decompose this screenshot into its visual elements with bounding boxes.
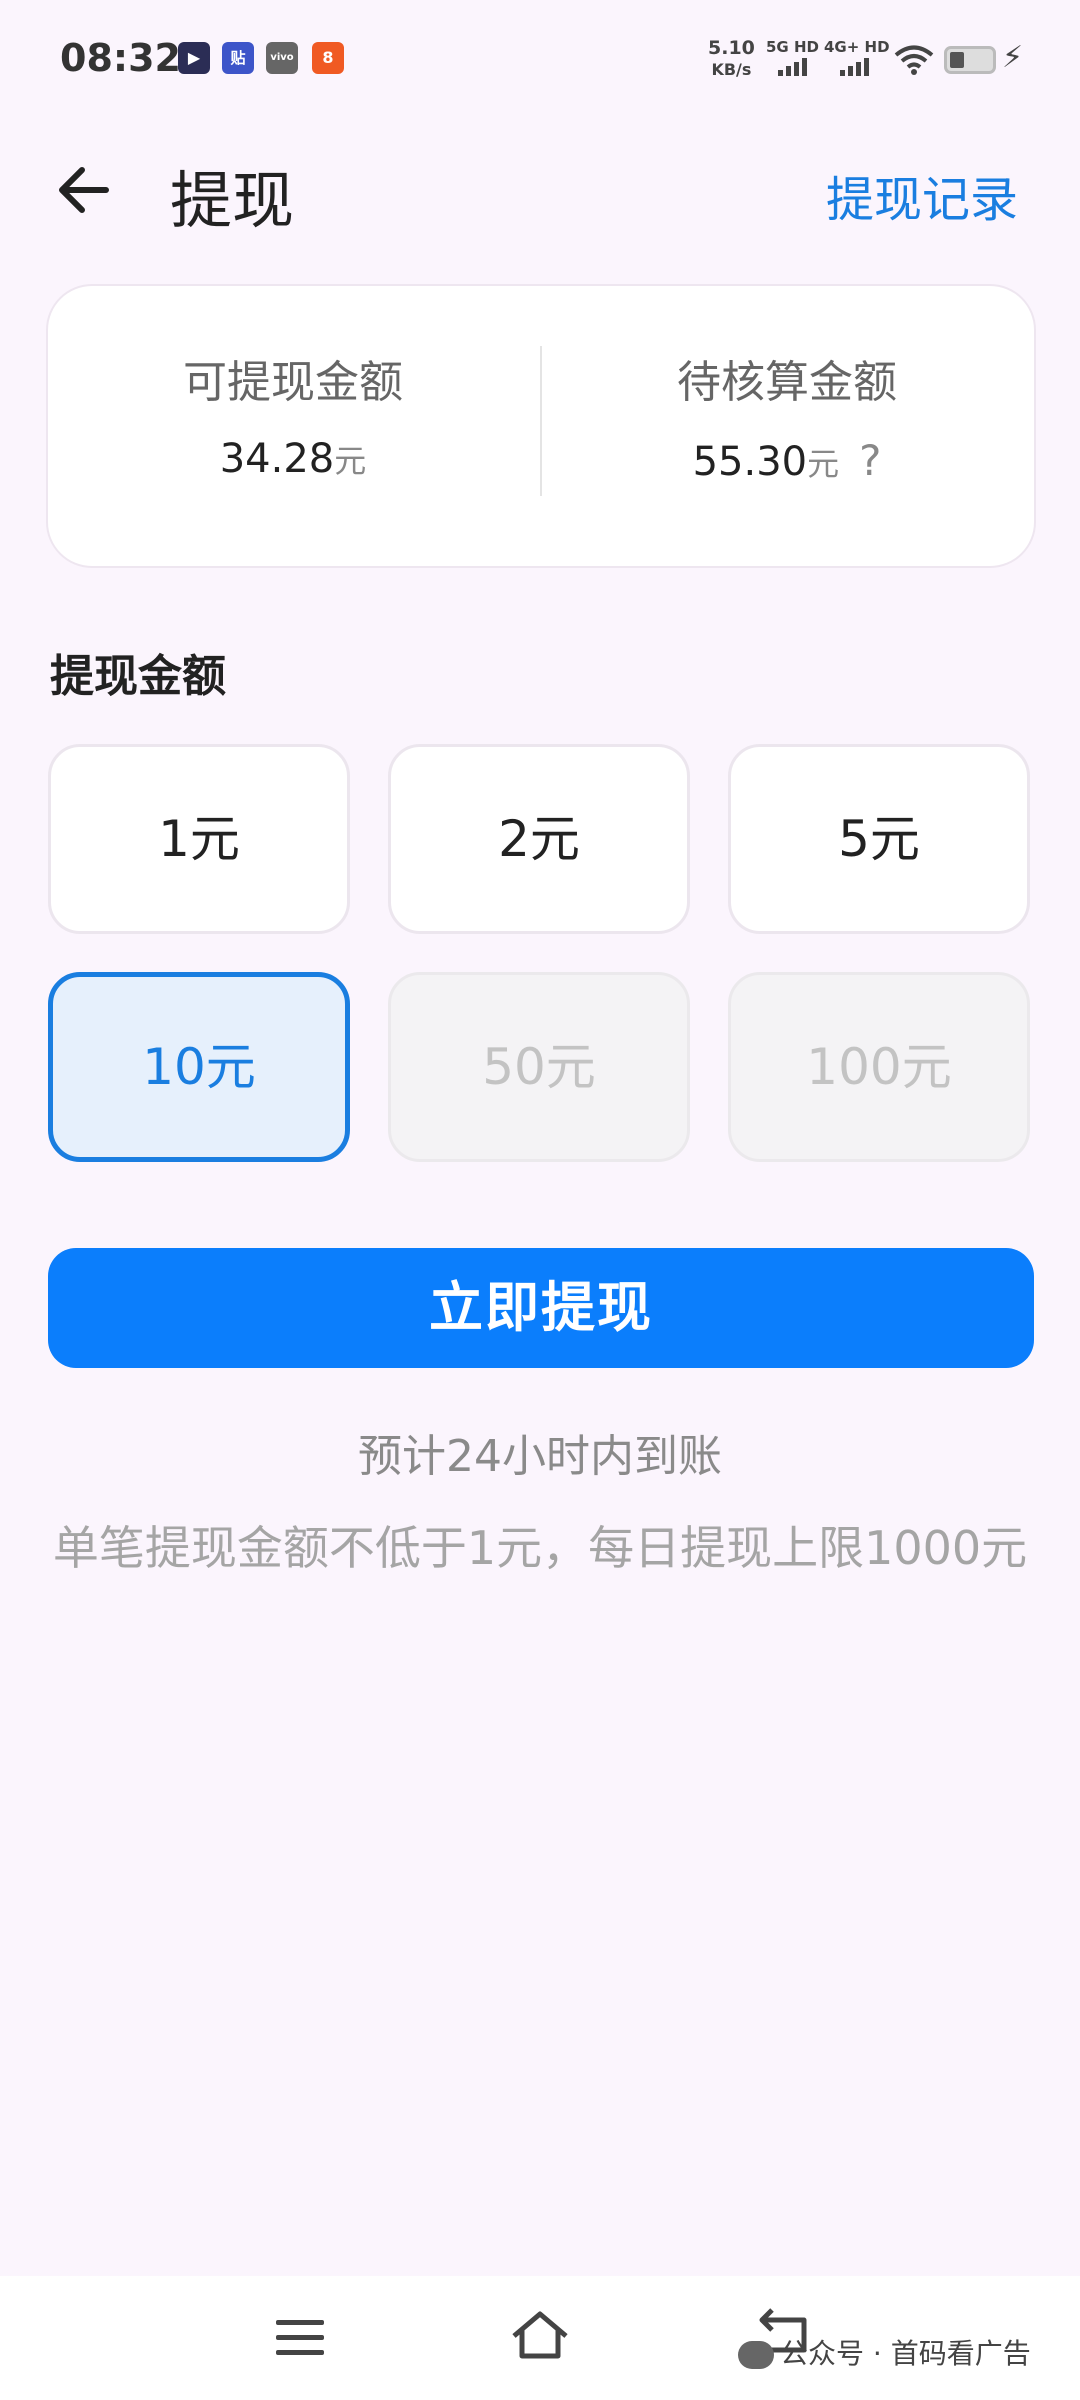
status-bar: 08:32 ▶ 贴 vivo 8 5.10 KB/s 5G HD 4G+ HD … (0, 0, 1080, 120)
home-icon[interactable] (508, 2308, 572, 2364)
tieba-app-icon: 贴 (222, 42, 254, 74)
sim1-label: 5G HD (766, 38, 819, 56)
watermark: 公众号 · 首码看广告 (738, 2332, 1031, 2372)
amount-option-5[interactable]: 5元 (728, 744, 1030, 934)
limit-note: 单笔提现金额不低于1元，每日提现上限1000元 (52, 1521, 1028, 1575)
wifi-icon (894, 45, 934, 75)
pending-unit: 元 (807, 445, 840, 483)
back-arrow-icon[interactable] (54, 160, 114, 220)
sim2-signal-icon (840, 58, 869, 76)
charging-icon: ⚡ (1002, 40, 1024, 75)
pending-label: 待核算金额 (677, 357, 897, 408)
amount-option-1[interactable]: 1元 (48, 744, 350, 934)
net-speed: 5.10 KB/s (708, 37, 755, 80)
amount-option-50: 50元 (388, 972, 690, 1162)
pending-value: 55.30 (692, 439, 808, 485)
sim1-signal-icon (778, 58, 807, 76)
watermark-text: 公众号 · 首码看广告 (780, 2337, 1031, 2370)
balance-card: 可提现金额 34.28元 待核算金额 55.30元? (48, 286, 1034, 566)
pending-balance: 待核算金额 55.30元? (542, 346, 1032, 485)
menu-icon[interactable] (276, 2320, 324, 2365)
wechat-icon (738, 2341, 774, 2369)
withdraw-records-link[interactable]: 提现记录 (826, 160, 1018, 230)
available-unit: 元 (334, 442, 367, 480)
sim2-label: 4G+ HD (824, 38, 890, 56)
available-value: 34.28 (219, 436, 335, 482)
amount-section-label: 提现金额 (50, 651, 226, 702)
status-time: 08:32 (60, 36, 181, 80)
amount-option-10[interactable]: 10元 (48, 972, 350, 1162)
available-balance: 可提现金额 34.28元 (48, 346, 538, 482)
battery-icon (944, 46, 996, 74)
orange-app-icon: 8 (312, 42, 344, 74)
withdraw-now-button[interactable]: 立即提现 (48, 1248, 1034, 1368)
available-label: 可提现金额 (183, 357, 403, 408)
help-icon[interactable]: ? (859, 436, 881, 485)
amount-option-100: 100元 (728, 972, 1030, 1162)
page-title: 提现 (170, 164, 295, 237)
arrival-note: 预计24小时内到账 (358, 1431, 722, 1482)
amount-option-2[interactable]: 2元 (388, 744, 690, 934)
vivo-app-icon: vivo (266, 42, 298, 74)
video-app-icon: ▶ (178, 42, 210, 74)
